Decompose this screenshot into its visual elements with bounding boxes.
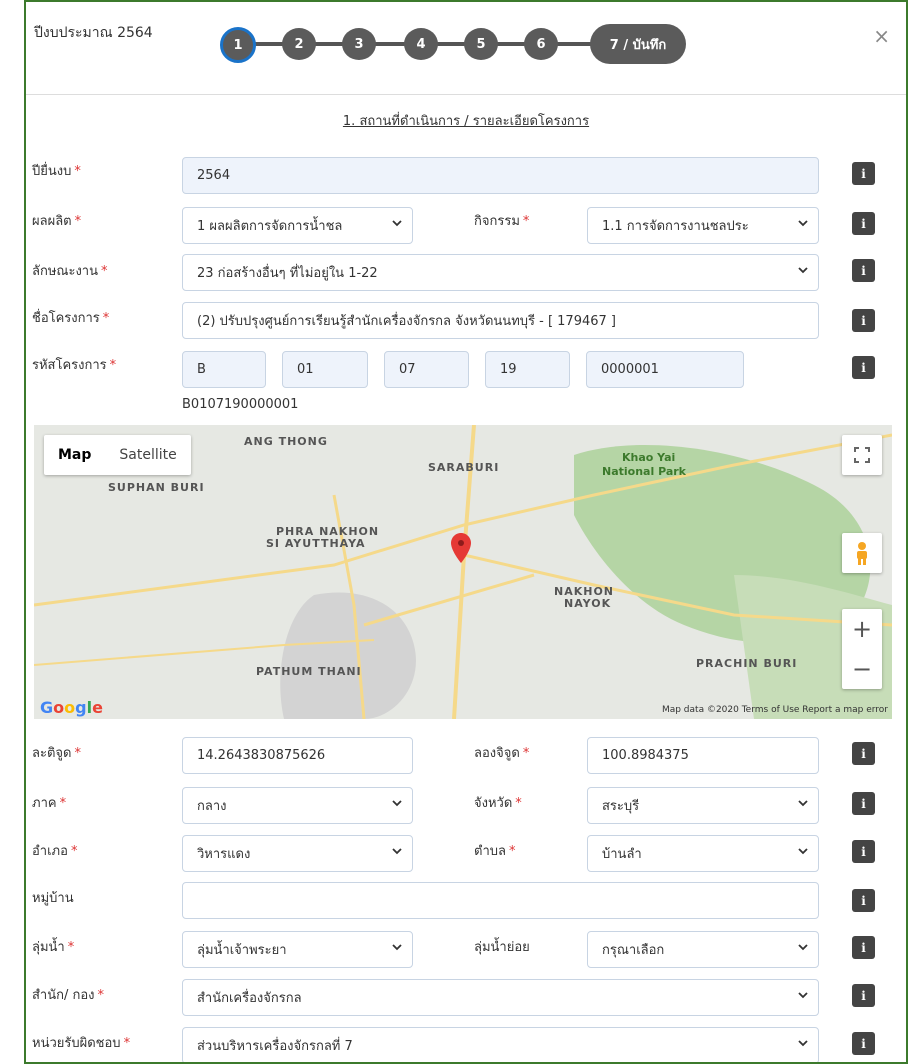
project-code-part-3[interactable]: 07	[384, 351, 469, 388]
project-code-part-2[interactable]: 01	[282, 351, 368, 388]
step-indicator: 1 2 3 4 5 6 7 / บันทึก	[212, 23, 690, 65]
step-2[interactable]: 2	[282, 28, 316, 60]
village-label: หมู่บ้าน	[32, 891, 74, 906]
responsible-label: หน่วยรับผิดชอบ *	[32, 1036, 131, 1051]
responsible-select[interactable]: ส่วนบริหารเครื่องจักรกลที่ 7	[182, 1027, 819, 1062]
map-attribution[interactable]: Map data ©2020 Terms of Use Report a map…	[662, 705, 888, 715]
close-icon[interactable]: ×	[873, 24, 890, 48]
project-code-part-5[interactable]: 0000001	[586, 351, 744, 388]
map-place-label: ANG THONG	[244, 435, 328, 448]
google-logo: Google	[40, 698, 103, 717]
district-label: อำเภอ *	[32, 844, 78, 859]
fiscal-year-label: ปีงบประมาณ 2564	[34, 25, 153, 41]
section-title: 1. สถานที่ดำเนินการ / รายละเอียดโครงการ	[342, 114, 590, 129]
latitude-input[interactable]: 14.2643830875626	[182, 737, 413, 774]
year-label: ปียื่นงบ *	[32, 164, 81, 179]
info-icon[interactable]: i	[852, 889, 875, 912]
info-icon[interactable]: i	[852, 309, 875, 332]
project-modal: ปีงบประมาณ 2564 1 2 3 4 5 6 7 / บันทึก ×…	[24, 0, 908, 1064]
province-select[interactable]: สระบุรี	[587, 787, 819, 824]
map-place-label: National Park	[602, 465, 686, 478]
location-map[interactable]: Map Satellite ANG THONG SARABURI SUPHAN …	[34, 425, 892, 719]
info-icon[interactable]: i	[852, 840, 875, 863]
latitude-label: ละติจูด *	[32, 746, 81, 761]
map-tab-map[interactable]: Map	[44, 435, 105, 475]
province-label: จังหวัด *	[474, 796, 522, 811]
info-icon[interactable]: i	[852, 356, 875, 379]
subdistrict-label: ตำบล *	[474, 844, 516, 859]
info-icon[interactable]: i	[852, 162, 875, 185]
sub-basin-select[interactable]: กรุณาเลือก	[587, 931, 819, 968]
info-icon[interactable]: i	[852, 742, 875, 765]
project-code-full: B0107190000001	[182, 397, 299, 412]
map-place-label: NAYOK	[564, 597, 612, 610]
activity-select[interactable]: 1.1 การจัดการงานชลประ	[587, 207, 819, 244]
step-4[interactable]: 4	[404, 28, 438, 60]
modal-header: ปีงบประมาณ 2564 1 2 3 4 5 6 7 / บันทึก ×	[26, 2, 906, 95]
info-icon[interactable]: i	[852, 792, 875, 815]
longitude-label: ลองจิจูด *	[474, 746, 530, 761]
region-select[interactable]: กลาง	[182, 787, 413, 824]
map-place-label: SUPHAN BURI	[108, 481, 205, 494]
step-6[interactable]: 6	[524, 28, 558, 60]
subdistrict-select[interactable]: บ้านลำ	[587, 835, 819, 872]
office-label: สำนัก/ กอง *	[32, 988, 105, 1003]
info-icon[interactable]: i	[852, 259, 875, 282]
work-type-select[interactable]: 23 ก่อสร้างอื่นๆ ที่ไม่อยู่ใน 1-22	[182, 254, 819, 291]
product-select[interactable]: 1 ผลผลิตการจัดการน้ำชล	[182, 207, 413, 244]
zoom-controls: + −	[842, 609, 882, 689]
step-5[interactable]: 5	[464, 28, 498, 60]
map-place-label: Khao Yai	[622, 451, 676, 464]
basin-select[interactable]: ลุ่มน้ำเจ้าพระยา	[182, 931, 413, 968]
region-label: ภาค *	[32, 796, 67, 811]
map-place-label: PATHUM THANI	[256, 665, 362, 678]
project-name-input[interactable]: (2) ปรับปรุงศูนย์การเรียนรู้สำนักเครื่อง…	[182, 302, 819, 339]
office-select[interactable]: สำนักเครื่องจักรกล	[182, 979, 819, 1016]
step-7-save[interactable]: 7 / บันทึก	[590, 24, 686, 64]
map-place-label: PRACHIN BURI	[696, 657, 798, 670]
map-place-label: SARABURI	[428, 461, 500, 474]
sub-basin-label: ลุ่มน้ำย่อย	[474, 940, 530, 955]
project-code-label: รหัสโครงการ *	[32, 358, 117, 373]
map-place-label: SI AYUTTHAYA	[266, 537, 366, 550]
project-name-label: ชื่อโครงการ *	[32, 311, 110, 326]
basin-label: ลุ่มน้ำ *	[32, 940, 75, 955]
map-type-tabs: Map Satellite	[44, 435, 191, 475]
product-label: ผลผลิต *	[32, 214, 82, 229]
work-type-label: ลักษณะงาน *	[32, 264, 108, 279]
zoom-in-button[interactable]: +	[852, 609, 872, 649]
fullscreen-icon[interactable]	[842, 435, 882, 475]
info-icon[interactable]: i	[852, 984, 875, 1007]
year-input[interactable]: 2564	[182, 157, 819, 194]
step-1[interactable]: 1	[220, 27, 256, 63]
village-input[interactable]	[182, 882, 819, 919]
map-tab-satellite[interactable]: Satellite	[105, 435, 190, 475]
info-icon[interactable]: i	[852, 1032, 875, 1055]
project-code-part-4[interactable]: 19	[485, 351, 570, 388]
activity-label: กิจกรรม *	[474, 214, 530, 229]
district-select[interactable]: วิหารแดง	[182, 835, 413, 872]
info-icon[interactable]: i	[852, 212, 875, 235]
street-view-icon[interactable]	[842, 533, 882, 573]
project-code-part-1[interactable]: B	[182, 351, 266, 388]
longitude-input[interactable]: 100.8984375	[587, 737, 819, 774]
step-3[interactable]: 3	[342, 28, 376, 60]
zoom-out-button[interactable]: −	[852, 649, 872, 689]
info-icon[interactable]: i	[852, 936, 875, 959]
